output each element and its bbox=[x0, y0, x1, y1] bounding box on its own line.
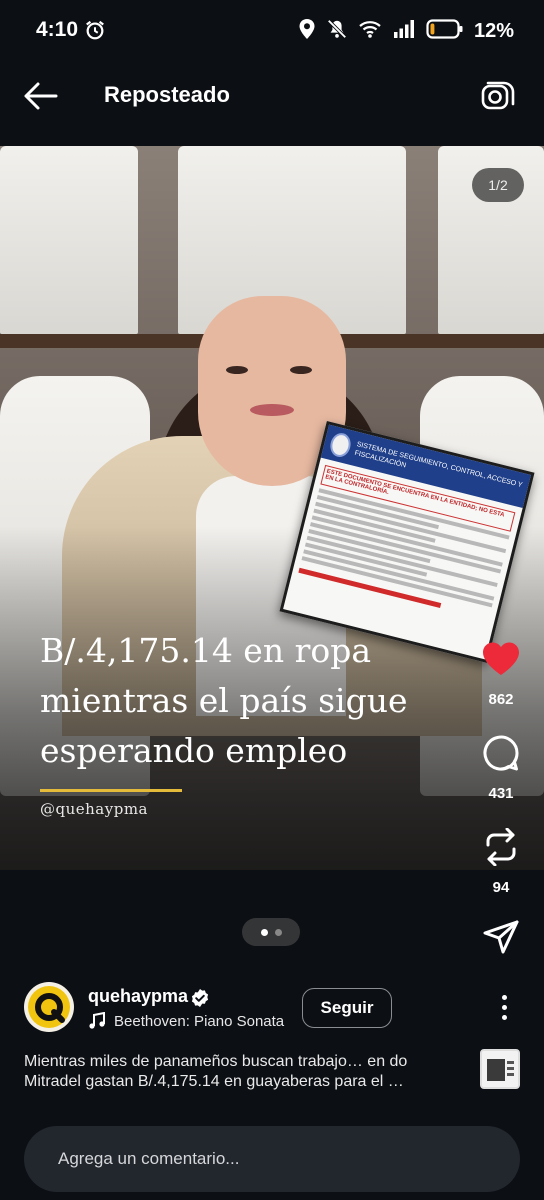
camera-button[interactable] bbox=[480, 78, 516, 114]
battery-percent: 12% bbox=[473, 20, 514, 42]
share-button[interactable] bbox=[479, 915, 523, 959]
camera-icon bbox=[481, 81, 515, 110]
carousel-dot-active bbox=[260, 928, 268, 936]
alarm-icon bbox=[84, 19, 106, 46]
comment-icon bbox=[483, 735, 519, 771]
repost-count: 94 bbox=[492, 879, 510, 896]
signal-icon bbox=[392, 19, 416, 44]
arrow-left-icon bbox=[24, 82, 58, 110]
like-count: 862 bbox=[488, 691, 514, 708]
wifi-icon bbox=[358, 19, 382, 44]
post-headline: B/.4,175.14 en ropa mientras el país sig… bbox=[40, 631, 408, 770]
heart-icon bbox=[483, 642, 519, 675]
verified-badge-icon bbox=[190, 988, 210, 1013]
album-art-icon bbox=[482, 1051, 518, 1087]
post-caption[interactable]: Mientras miles de panameños buscan traba… bbox=[24, 1052, 464, 1092]
post-watermark-handle: @quehaypma bbox=[40, 800, 148, 818]
post-image[interactable]: SISTEMA DE SEGUIMIENTO, CONTROL, ACCESO … bbox=[0, 146, 544, 870]
location-icon bbox=[298, 18, 316, 45]
comment-bar bbox=[24, 1126, 520, 1192]
like-button[interactable] bbox=[479, 637, 523, 681]
back-button[interactable] bbox=[22, 80, 60, 112]
page-counter: 1/2 bbox=[472, 168, 524, 202]
follow-button[interactable]: Seguir bbox=[302, 988, 392, 1028]
music-track-title: Beethoven: Piano Sonata bbox=[114, 1012, 285, 1030]
comment-button[interactable] bbox=[479, 731, 523, 775]
carousel-dot bbox=[274, 928, 282, 936]
avatar[interactable] bbox=[24, 982, 74, 1032]
author-username[interactable]: quehaypma bbox=[88, 986, 188, 1007]
send-icon bbox=[483, 920, 519, 954]
mute-icon bbox=[326, 18, 348, 45]
more-options-button[interactable] bbox=[494, 992, 514, 1022]
author-row: quehaypma Beethoven: Piano Sonata Seguir bbox=[0, 980, 544, 1040]
page-title: Reposteado bbox=[104, 82, 230, 107]
status-time: 4:10 bbox=[36, 18, 79, 41]
seal-icon bbox=[327, 430, 353, 460]
music-track[interactable]: Beethoven: Piano Sonata bbox=[88, 1012, 284, 1030]
status-bar: 4:10 12% bbox=[0, 0, 544, 60]
audio-cover-thumbnail[interactable] bbox=[480, 1049, 520, 1089]
carousel-indicator bbox=[242, 918, 300, 946]
shirt bbox=[0, 146, 138, 334]
comment-count: 431 bbox=[488, 785, 514, 802]
repost-button[interactable] bbox=[479, 825, 523, 869]
music-note-icon bbox=[89, 1012, 105, 1029]
comment-input[interactable] bbox=[58, 1146, 478, 1172]
top-bar: Reposteado bbox=[0, 60, 544, 132]
more-dot-icon bbox=[501, 994, 507, 1000]
repost-icon bbox=[486, 828, 516, 866]
quehaypma-logo-icon bbox=[28, 986, 70, 1028]
battery-icon bbox=[426, 18, 464, 45]
headline-divider bbox=[40, 789, 182, 792]
